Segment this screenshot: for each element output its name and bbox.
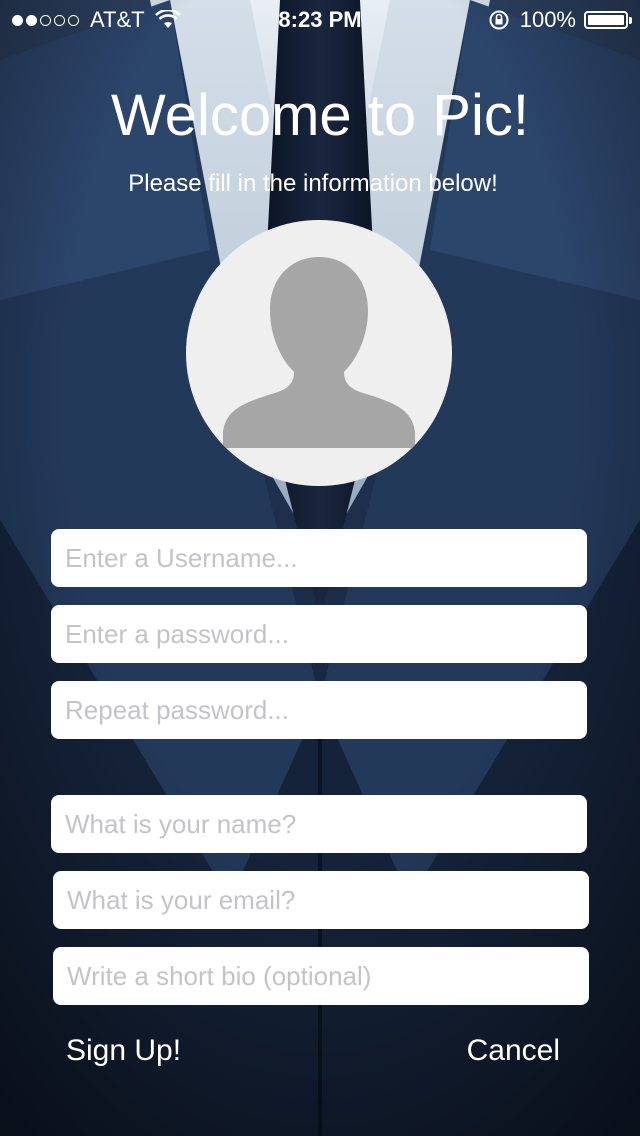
name-input[interactable] [51, 795, 587, 853]
rotation-lock-icon [489, 10, 509, 30]
battery-percentage: 100% [519, 7, 576, 32]
email-input[interactable] [53, 871, 589, 929]
cancel-button[interactable]: Cancel [467, 1034, 560, 1068]
sign-up-button[interactable]: Sign Up! [66, 1034, 181, 1068]
person-silhouette-icon [223, 257, 415, 448]
battery-icon [584, 11, 632, 29]
bio-input[interactable] [53, 947, 589, 1005]
page-subtitle: Please fill in the information below! [128, 170, 498, 197]
password-input[interactable] [51, 605, 587, 663]
status-bar: AT&T 8:23 PM 100% [0, 0, 640, 40]
profile-photo-button[interactable] [186, 220, 452, 486]
repeat-password-input[interactable] [51, 681, 587, 739]
status-right: 100% [488, 7, 632, 33]
username-input[interactable] [51, 529, 587, 587]
page-title: Welcome to Pic! [111, 83, 529, 148]
